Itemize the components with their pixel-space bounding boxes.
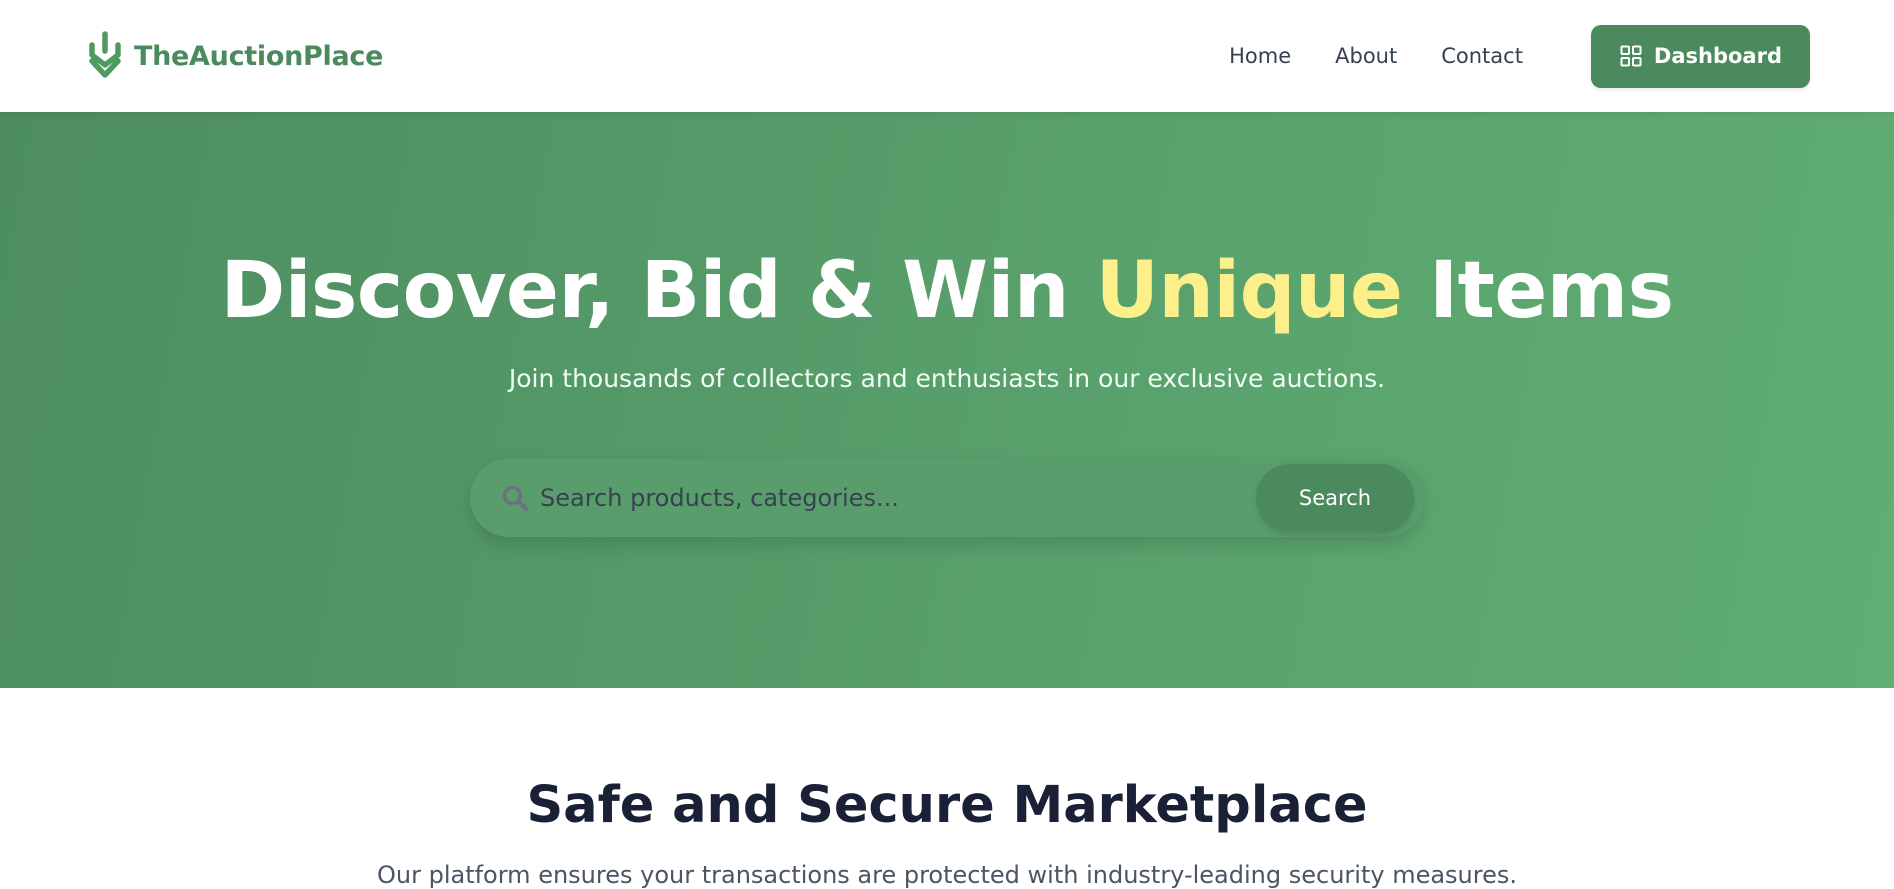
search-icon [500, 483, 530, 513]
dashboard-button[interactable]: Dashboard [1590, 24, 1810, 88]
search-input[interactable] [540, 459, 1256, 537]
sprout-logo-icon [86, 31, 124, 81]
hero-title-part2: Items [1402, 246, 1674, 336]
secure-marketplace-section: Safe and Secure Marketplace Our platform… [0, 688, 1894, 889]
hero-title-part1: Discover, Bid & Win [220, 246, 1096, 336]
nav-right: Home About Contact Dashboard [1229, 24, 1810, 88]
hero-subtitle: Join thousands of collectors and enthusi… [508, 364, 1386, 393]
grid-icon [1620, 45, 1642, 67]
hero-section: Discover, Bid & Win Unique Items Join th… [0, 112, 1894, 688]
dashboard-button-label: Dashboard [1653, 44, 1782, 68]
hero-title: Discover, Bid & Win Unique Items [220, 252, 1674, 330]
section-description: Our platform ensures your transactions a… [376, 861, 1517, 889]
nav-link-contact[interactable]: Contact [1441, 44, 1523, 68]
brand-name: TheAuctionPlace [134, 40, 384, 72]
nav-links: Home About Contact [1229, 44, 1523, 68]
nav-link-home[interactable]: Home [1229, 44, 1291, 68]
brand-home-link[interactable]: TheAuctionPlace [86, 31, 383, 81]
nav-link-about[interactable]: About [1335, 44, 1397, 68]
search-bar: Search [470, 459, 1424, 537]
top-navbar: TheAuctionPlace Home About Contact Dashb… [0, 0, 1894, 112]
search-button[interactable]: Search [1256, 464, 1414, 532]
section-title: Safe and Secure Marketplace [526, 776, 1368, 835]
hero-title-highlight: Unique [1095, 246, 1403, 336]
